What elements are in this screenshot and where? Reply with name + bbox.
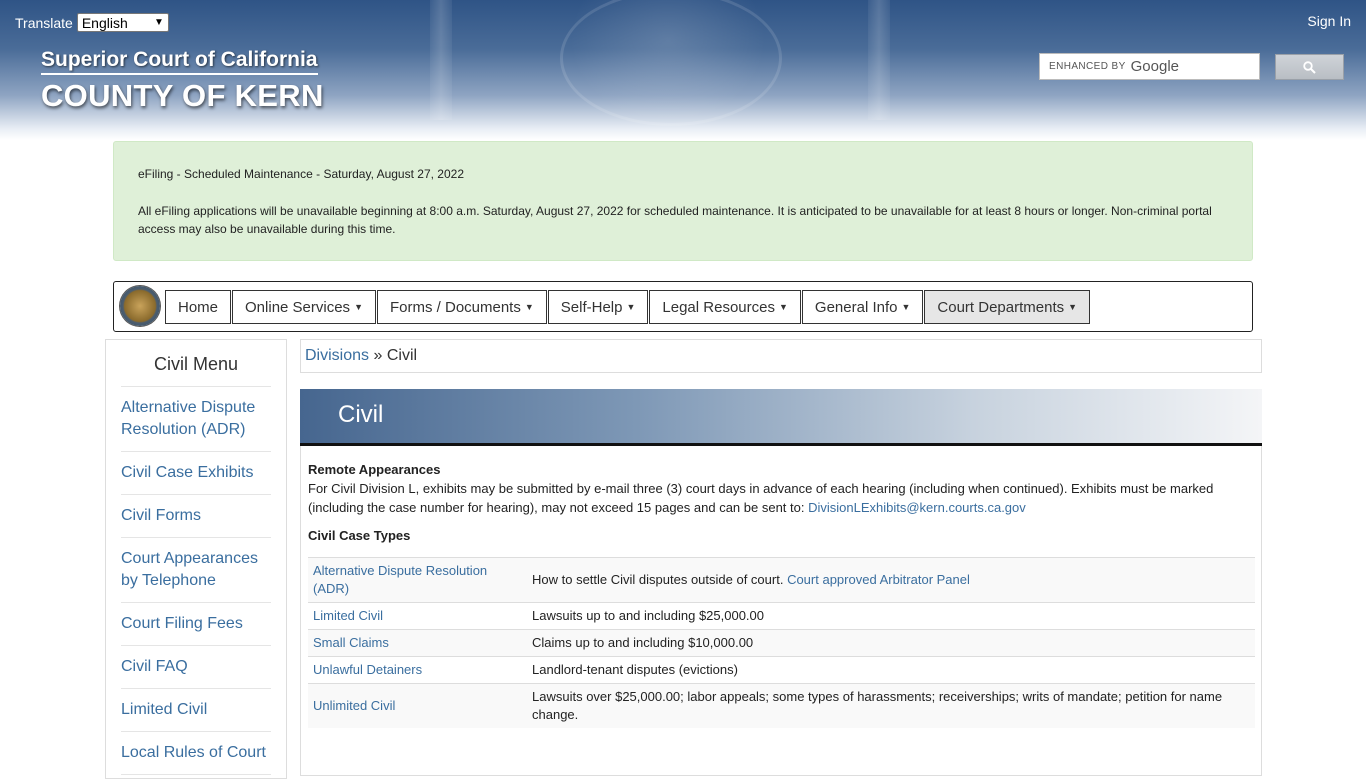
breadcrumb: Divisions » Civil bbox=[300, 339, 1262, 373]
main-navbar: Home Online Services ▼ Forms / Documents ▼ Se… bbox=[113, 281, 1253, 332]
remote-text: For Civil Division L, exhibits may be su… bbox=[308, 481, 1214, 515]
case-description: Lawsuits over $25,000.00; labor appeals;… bbox=[532, 689, 1223, 722]
page-title: Civil bbox=[338, 401, 384, 428]
sign-in-link[interactable]: Sign In bbox=[1307, 13, 1351, 29]
nav-self-help[interactable]: Self-Help ▼ bbox=[547, 290, 649, 324]
search-google-label: Google bbox=[1130, 58, 1180, 75]
search-icon bbox=[1303, 60, 1316, 74]
case-type-link[interactable]: Alternative Dispute Resolution (ADR) bbox=[313, 563, 487, 596]
sidebar-item[interactable]: Alternative Dispute Resolution (ADR) bbox=[121, 387, 271, 452]
main-content: Remote Appearances For Civil Division L,… bbox=[300, 446, 1262, 776]
court-seal-logo[interactable] bbox=[120, 286, 160, 326]
search-enhanced-label: ENHANCED BY bbox=[1049, 61, 1126, 72]
table-row: Unlawful Detainers Landlord-tenant disput… bbox=[308, 656, 1255, 684]
sidebar-item[interactable]: Limited Civil bbox=[121, 689, 271, 732]
case-description: How to settle Civil disputes outside of … bbox=[532, 572, 788, 587]
page-header-banner: Civil bbox=[300, 389, 1262, 446]
breadcrumb-divisions-link[interactable]: Divisions bbox=[305, 347, 369, 364]
chevron-down-icon: ▼ bbox=[153, 17, 164, 28]
alert-title: eFiling - Scheduled Maintenance - Saturd… bbox=[138, 167, 464, 181]
sidebar-item[interactable]: Local Rules of Court bbox=[121, 732, 271, 775]
case-desc-cell: Lawsuits over $25,000.00; labor appeals;… bbox=[527, 683, 1255, 728]
caret-down-icon: ▼ bbox=[524, 302, 534, 312]
sidebar-item[interactable]: Civil Case Exhibits bbox=[121, 452, 271, 495]
nav-forms-documents[interactable]: Forms / Documents ▼ bbox=[376, 290, 547, 324]
sidebar-item[interactable]: Court Appearances by Telephone bbox=[121, 538, 271, 603]
case-type-link[interactable]: Unlawful Detainers bbox=[313, 662, 422, 677]
case-description: Claims up to and including $10,000.00 bbox=[532, 635, 754, 650]
case-type-cell: Unlimited Civil bbox=[308, 683, 527, 728]
court-title[interactable]: Superior Court of California bbox=[41, 48, 318, 75]
nav-general-info[interactable]: General Info ▼ bbox=[801, 290, 924, 324]
sidebar-item[interactable]: Civil FAQ bbox=[121, 646, 271, 689]
nav-item-label: Online Services bbox=[245, 298, 351, 316]
sidebar-item[interactable]: Civil Forms bbox=[121, 495, 271, 538]
case-desc-cell: Claims up to and including $10,000.00 bbox=[527, 629, 1255, 657]
case-type-link[interactable]: Small Claims bbox=[313, 635, 389, 650]
nav-item-label: General Info bbox=[814, 298, 898, 316]
sidebar-title: Civil Menu bbox=[121, 340, 271, 387]
table-row: Alternative Dispute Resolution (ADR) How … bbox=[308, 557, 1255, 603]
case-type-link[interactable]: Unlimited Civil bbox=[313, 698, 395, 713]
case-desc-cell: How to settle Civil disputes outside of … bbox=[527, 557, 1255, 603]
case-desc-cell: Lawsuits up to and including $25,000.00 bbox=[527, 602, 1255, 630]
search-input[interactable]: ENHANCED BY Google bbox=[1039, 53, 1260, 80]
caret-down-icon: ▼ bbox=[778, 302, 788, 312]
exhibits-email-link[interactable]: DivisionLExhibits@kern.courts.ca.gov bbox=[808, 500, 1026, 515]
case-type-cell: Alternative Dispute Resolution (ADR) bbox=[308, 557, 527, 603]
search-button[interactable] bbox=[1275, 54, 1344, 80]
language-select[interactable]: English ▼ bbox=[76, 13, 169, 32]
table-row: Unlimited Civil Lawsuits over $25,000.00;… bbox=[308, 683, 1255, 728]
civil-sidebar: Civil Menu Alternative Dispute Resolutio… bbox=[105, 339, 287, 779]
table-row: Small Claims Claims up to and including $… bbox=[308, 629, 1255, 657]
pillar-decoration bbox=[868, 0, 890, 120]
case-types-table: Alternative Dispute Resolution (ADR) How … bbox=[308, 557, 1255, 728]
court-seal-background bbox=[560, 0, 782, 126]
remote-appearances-text: For Civil Division L, exhibits may be su… bbox=[308, 479, 1254, 517]
sidebar-item[interactable]: Court Filing Fees bbox=[121, 603, 271, 646]
caret-down-icon: ▼ bbox=[626, 302, 636, 312]
nav-online-services[interactable]: Online Services ▼ bbox=[232, 290, 376, 324]
sidebar-menu: Alternative Dispute Resolution (ADR) Civi… bbox=[121, 387, 271, 775]
case-type-cell: Small Claims bbox=[308, 629, 527, 657]
breadcrumb-separator: » bbox=[373, 347, 383, 364]
county-title[interactable]: COUNTY OF KERN bbox=[41, 78, 324, 114]
nav-court-departments[interactable]: Court Departments ▼ bbox=[924, 290, 1091, 324]
nav-legal-resources[interactable]: Legal Resources ▼ bbox=[649, 290, 801, 324]
site-header: Translate English ▼ Sign In Superior Cou… bbox=[0, 0, 1366, 140]
nav-item-label: Court Departments bbox=[937, 298, 1065, 316]
caret-down-icon: ▼ bbox=[901, 302, 911, 312]
case-type-cell: Unlawful Detainers bbox=[308, 656, 527, 684]
pillar-decoration bbox=[430, 0, 452, 120]
nav-item-label: Legal Resources bbox=[662, 298, 775, 316]
language-value: English bbox=[81, 14, 128, 31]
nav-home[interactable]: Home bbox=[165, 290, 232, 324]
nav-item-label: Home bbox=[178, 298, 219, 316]
case-type-link[interactable]: Limited Civil bbox=[313, 608, 383, 623]
nav-item-label: Self-Help bbox=[560, 298, 623, 316]
case-description: Landlord-tenant disputes (evictions) bbox=[532, 662, 738, 677]
case-type-cell: Limited Civil bbox=[308, 602, 527, 630]
maintenance-alert: eFiling - Scheduled Maintenance - Saturd… bbox=[113, 141, 1253, 261]
translate-label: Translate bbox=[15, 14, 73, 31]
case-desc-cell: Landlord-tenant disputes (evictions) bbox=[527, 656, 1255, 684]
case-description: Lawsuits up to and including $25,000.00 bbox=[532, 608, 765, 623]
alert-body: All eFiling applications will be unavail… bbox=[138, 204, 1212, 236]
table-row: Limited Civil Lawsuits up to and includin… bbox=[308, 602, 1255, 630]
breadcrumb-current: Civil bbox=[386, 347, 418, 364]
caret-down-icon: ▼ bbox=[1068, 302, 1078, 312]
remote-appearances-heading: Remote Appearances bbox=[308, 462, 441, 477]
nav-item-label: Forms / Documents bbox=[389, 298, 521, 316]
translate-widget: Translate English ▼ bbox=[15, 13, 169, 32]
case-types-heading: Civil Case Types bbox=[308, 528, 411, 543]
arbitrator-panel-link[interactable]: Court approved Arbitrator Panel bbox=[787, 572, 970, 587]
caret-down-icon: ▼ bbox=[354, 302, 363, 312]
nav-menu: Home Online Services ▼ Forms / Documents ▼ Se… bbox=[165, 290, 1091, 324]
